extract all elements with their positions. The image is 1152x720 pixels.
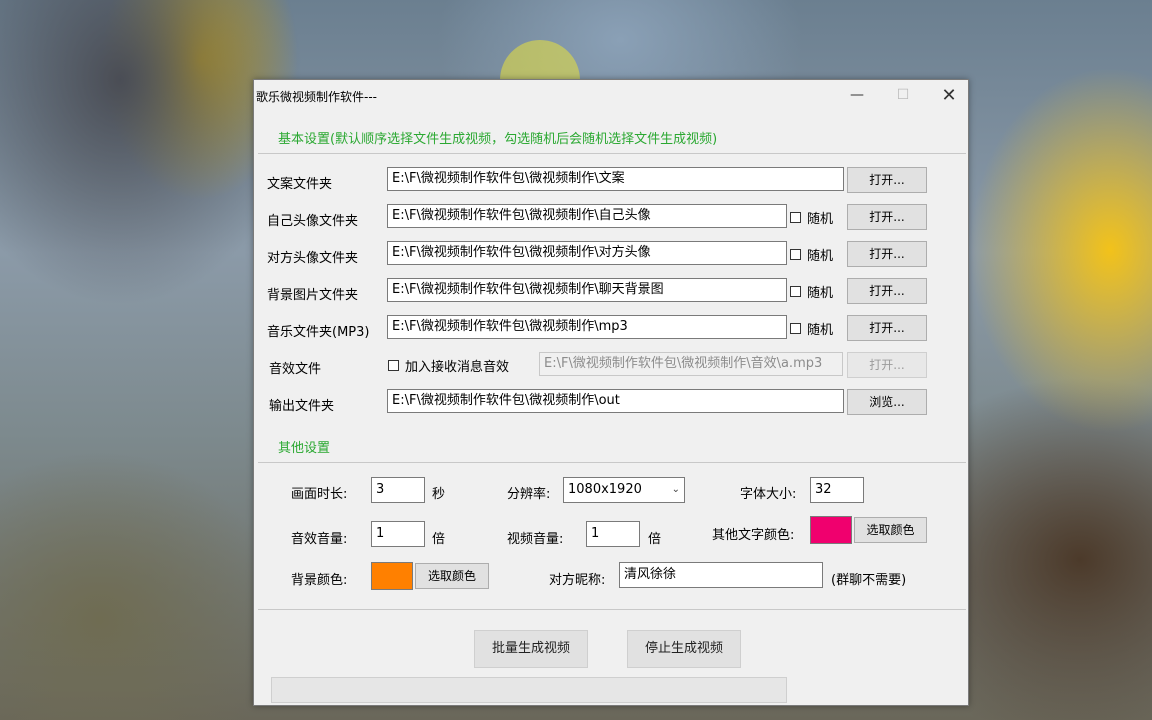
- video-volume-label: 视频音量:: [507, 532, 564, 547]
- checkbox-label: 加入接收消息音效: [405, 360, 510, 375]
- sfx-volume-label: 音效音量:: [291, 532, 348, 547]
- copy-folder-label: 文案文件夹: [267, 177, 333, 192]
- sound-effect-open-button: 打开...: [847, 352, 927, 378]
- resolution-select[interactable]: 1080x1920 ⌄: [563, 477, 685, 503]
- peer-avatar-folder-input[interactable]: E:\F\微视频制作软件包\微视频制作\对方头像: [387, 241, 787, 265]
- resolution-value: 1080x1920: [568, 482, 642, 497]
- stop-generate-button[interactable]: 停止生成视频: [627, 630, 741, 668]
- minimize-button[interactable]: —: [834, 80, 880, 110]
- self-avatar-folder-input[interactable]: E:\F\微视频制作软件包\微视频制作\自己头像: [387, 204, 787, 228]
- duration-input[interactable]: 3: [371, 477, 425, 503]
- bg-color-pick-button[interactable]: 选取颜色: [415, 563, 489, 589]
- bg-image-random-checkbox[interactable]: 随机: [790, 282, 833, 301]
- peer-avatar-folder-label: 对方头像文件夹: [267, 251, 359, 266]
- copy-folder-open-button[interactable]: 打开...: [847, 167, 927, 193]
- other-text-color-label: 其他文字颜色:: [712, 528, 795, 543]
- other-section-title: 其他设置: [278, 441, 331, 456]
- checkbox-box[interactable]: [790, 323, 801, 334]
- progress-bar: [271, 677, 787, 703]
- self-avatar-open-button[interactable]: 打开...: [847, 204, 927, 230]
- nickname-note: (群聊不需要): [831, 573, 907, 588]
- self-avatar-random-checkbox[interactable]: 随机: [790, 208, 833, 227]
- batch-generate-button[interactable]: 批量生成视频: [474, 630, 588, 668]
- music-open-button[interactable]: 打开...: [847, 315, 927, 341]
- video-volume-unit: 倍: [648, 532, 662, 547]
- nickname-input[interactable]: 清风徐徐: [619, 562, 823, 588]
- peer-avatar-open-button[interactable]: 打开...: [847, 241, 927, 267]
- app-window: 歌乐微视频制作软件--- — ☐ ✕ 基本设置(默认顺序选择文件生成视频，勾选随…: [253, 79, 969, 706]
- music-folder-input[interactable]: E:\F\微视频制作软件包\微视频制作\mp3: [387, 315, 787, 339]
- divider: [258, 462, 966, 463]
- video-volume-input[interactable]: 1: [586, 521, 640, 547]
- bg-color-label: 背景颜色:: [291, 573, 348, 588]
- other-text-color-swatch: [810, 516, 852, 544]
- bg-image-folder-label: 背景图片文件夹: [267, 288, 359, 303]
- sound-effect-input: E:\F\微视频制作软件包\微视频制作\音效\a.mp3: [539, 352, 843, 376]
- music-random-checkbox[interactable]: 随机: [790, 319, 833, 338]
- nickname-label: 对方昵称:: [549, 573, 606, 588]
- title-bar[interactable]: 歌乐微视频制作软件--- — ☐ ✕: [254, 80, 968, 110]
- sfx-volume-input[interactable]: 1: [371, 521, 425, 547]
- other-text-color-pick-button[interactable]: 选取颜色: [854, 517, 927, 543]
- basic-section-title: 基本设置(默认顺序选择文件生成视频，勾选随机后会随机选择文件生成视频): [278, 132, 718, 147]
- output-folder-label: 输出文件夹: [269, 399, 335, 414]
- font-size-label: 字体大小:: [740, 487, 797, 502]
- add-receive-sound-checkbox[interactable]: 加入接收消息音效: [388, 356, 509, 375]
- duration-unit: 秒: [432, 487, 446, 502]
- output-browse-button[interactable]: 浏览...: [847, 389, 927, 415]
- bg-color-swatch: [371, 562, 413, 590]
- font-size-input[interactable]: 32: [810, 477, 864, 503]
- output-folder-input[interactable]: E:\F\微视频制作软件包\微视频制作\out: [387, 389, 844, 413]
- music-folder-label: 音乐文件夹(MP3): [267, 325, 370, 340]
- window-title: 歌乐微视频制作软件---: [256, 90, 377, 104]
- bg-image-open-button[interactable]: 打开...: [847, 278, 927, 304]
- close-button[interactable]: ✕: [926, 80, 972, 110]
- checkbox-box[interactable]: [388, 360, 399, 371]
- checkbox-box[interactable]: [790, 286, 801, 297]
- chevron-down-icon: ⌄: [671, 484, 680, 495]
- checkbox-label: 随机: [807, 249, 834, 264]
- bg-image-folder-input[interactable]: E:\F\微视频制作软件包\微视频制作\聊天背景图: [387, 278, 787, 302]
- resolution-label: 分辨率:: [507, 487, 551, 502]
- duration-label: 画面时长:: [291, 487, 348, 502]
- checkbox-box[interactable]: [790, 212, 801, 223]
- checkbox-label: 随机: [807, 323, 834, 338]
- checkbox-label: 随机: [807, 212, 834, 227]
- maximize-button[interactable]: ☐: [880, 80, 926, 110]
- divider: [258, 153, 966, 154]
- peer-avatar-random-checkbox[interactable]: 随机: [790, 245, 833, 264]
- sfx-volume-unit: 倍: [432, 532, 446, 547]
- self-avatar-folder-label: 自己头像文件夹: [267, 214, 359, 229]
- divider: [258, 609, 966, 610]
- checkbox-box[interactable]: [790, 249, 801, 260]
- sound-effect-label: 音效文件: [269, 362, 322, 377]
- checkbox-label: 随机: [807, 286, 834, 301]
- copy-folder-input[interactable]: E:\F\微视频制作软件包\微视频制作\文案: [387, 167, 844, 191]
